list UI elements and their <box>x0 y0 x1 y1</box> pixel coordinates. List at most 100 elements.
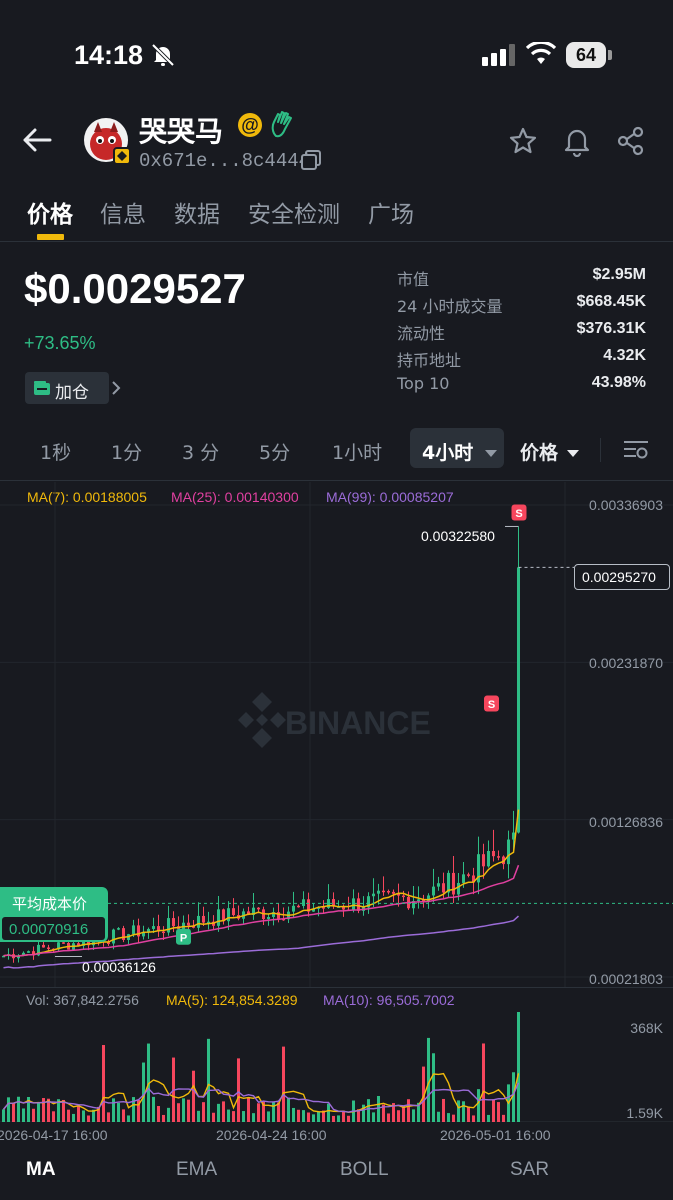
timeframe-3m[interactable]: 3 分 <box>182 438 219 465</box>
y-tick-label: 0.00231870 <box>589 655 663 671</box>
volume-bar <box>67 1109 70 1122</box>
stat-value-holders: 4.32K <box>603 347 646 364</box>
volume-bar <box>122 1109 125 1122</box>
x-tick-label: 2026-04-24 16:00 <box>216 1127 327 1143</box>
volume-bar <box>447 1113 450 1122</box>
candle-body <box>497 856 500 858</box>
volume-bar <box>252 1113 255 1122</box>
chart-top-divider <box>0 480 673 481</box>
volume-bar <box>187 1099 190 1122</box>
binance-watermark: BINANCE <box>238 692 431 748</box>
volume-bar <box>102 1045 105 1122</box>
volume-bar <box>307 1112 310 1122</box>
volume-bar <box>22 1108 25 1122</box>
volume-bar <box>212 1112 215 1122</box>
volume-bar <box>197 1110 200 1122</box>
candle-body <box>437 883 440 887</box>
candle-body <box>257 907 260 910</box>
volume-y-tick: 368K <box>630 1020 663 1036</box>
avg-cost-value: 0.00070916 <box>9 921 89 938</box>
timeframe-1h[interactable]: 1小时 <box>332 438 382 465</box>
chart-settings-icon[interactable] <box>622 437 650 466</box>
volume-bar <box>332 1115 335 1122</box>
candle-body <box>292 905 295 912</box>
indicator-tab-sar[interactable]: SAR <box>510 1159 549 1181</box>
candle-body <box>352 898 355 910</box>
x-tick-label: 2026-04-17 16:00 <box>0 1127 108 1143</box>
favorite-star-icon[interactable] <box>508 126 538 161</box>
candle-body <box>482 854 485 867</box>
volume-bar <box>222 1101 225 1122</box>
volume-bar <box>257 1103 260 1122</box>
cellular-signal-icon <box>482 44 516 71</box>
timeframe-1m[interactable]: 1分 <box>111 438 142 465</box>
tab-divider <box>0 241 673 242</box>
tab-square[interactable]: 广场 <box>368 195 414 229</box>
divider <box>600 438 601 462</box>
candle-body <box>462 874 465 883</box>
volume-bar <box>477 1089 480 1122</box>
volume-bar <box>377 1096 380 1122</box>
candle-body <box>27 951 30 953</box>
volume-bar <box>292 1107 295 1122</box>
volume-bar <box>112 1098 115 1122</box>
caret-down-icon <box>567 445 579 463</box>
tab-price[interactable]: 价格 <box>27 195 73 229</box>
tab-security[interactable]: 安全检测 <box>248 195 340 229</box>
chevron-right-icon[interactable] <box>110 380 122 401</box>
volume-bar <box>72 1113 75 1122</box>
volume-bar <box>177 1103 180 1122</box>
copy-icon[interactable] <box>299 148 323 177</box>
volume-chart[interactable] <box>0 1012 673 1122</box>
timeframe-4h[interactable]: 4小时 <box>422 438 473 465</box>
volume-bar <box>217 1103 220 1122</box>
indicator-tab-boll[interactable]: BOLL <box>340 1159 389 1181</box>
volume-bar <box>52 1111 55 1122</box>
candle-body <box>117 928 120 930</box>
price-change: +73.65% <box>24 333 96 353</box>
indicator-tab-ma[interactable]: MA <box>26 1159 56 1181</box>
back-arrow-icon[interactable] <box>22 127 52 158</box>
indicator-tab-ema[interactable]: EMA <box>176 1159 217 1181</box>
volume-bar <box>12 1102 15 1122</box>
candle-body <box>377 890 380 894</box>
volume-bar <box>182 1098 185 1122</box>
avg-cost-title: 平均成本价 <box>12 895 88 913</box>
candle-body <box>442 883 445 893</box>
volume-bar <box>442 1098 445 1122</box>
candle-body <box>382 890 385 893</box>
share-icon[interactable] <box>616 126 646 161</box>
volume-bar <box>202 1102 205 1122</box>
candle-body <box>392 891 395 894</box>
volume-bar <box>242 1111 245 1122</box>
y-tick-label: 0.00021803 <box>589 971 663 987</box>
volume-bar <box>492 1099 495 1122</box>
stat-value-top10: 43.98% <box>591 374 646 391</box>
tab-info[interactable]: 信息 <box>100 195 146 229</box>
candle-body <box>172 918 175 927</box>
volume-ma10-line <box>2 1082 520 1113</box>
volume-label: Vol: 367,842.2756 <box>26 992 139 1008</box>
candle-body <box>467 874 470 876</box>
volume-bar <box>327 1103 330 1122</box>
candle-body <box>507 839 510 865</box>
timeframe-1s[interactable]: 1秒 <box>40 438 71 465</box>
volume-bar <box>497 1102 500 1122</box>
price-mode-select[interactable]: 价格 <box>520 438 558 465</box>
volume-bar <box>302 1110 305 1122</box>
candle-body <box>232 908 235 916</box>
volume-bar <box>397 1110 400 1122</box>
volume-ma10-label: MA(10): 96,505.7002 <box>323 992 455 1008</box>
add-position-label: 加仓 <box>55 383 89 403</box>
tab-data[interactable]: 数据 <box>174 195 220 229</box>
volume-bar <box>127 1115 130 1122</box>
candle-body <box>517 567 520 833</box>
volume-bar <box>412 1109 415 1122</box>
timeframe-5m[interactable]: 5分 <box>259 438 290 465</box>
caret-down-icon <box>485 445 497 463</box>
candle-body <box>402 895 405 898</box>
volume-bar <box>432 1053 435 1122</box>
silent-bell-icon <box>150 42 176 73</box>
candle-body <box>267 916 270 920</box>
alert-bell-icon[interactable] <box>562 125 592 162</box>
